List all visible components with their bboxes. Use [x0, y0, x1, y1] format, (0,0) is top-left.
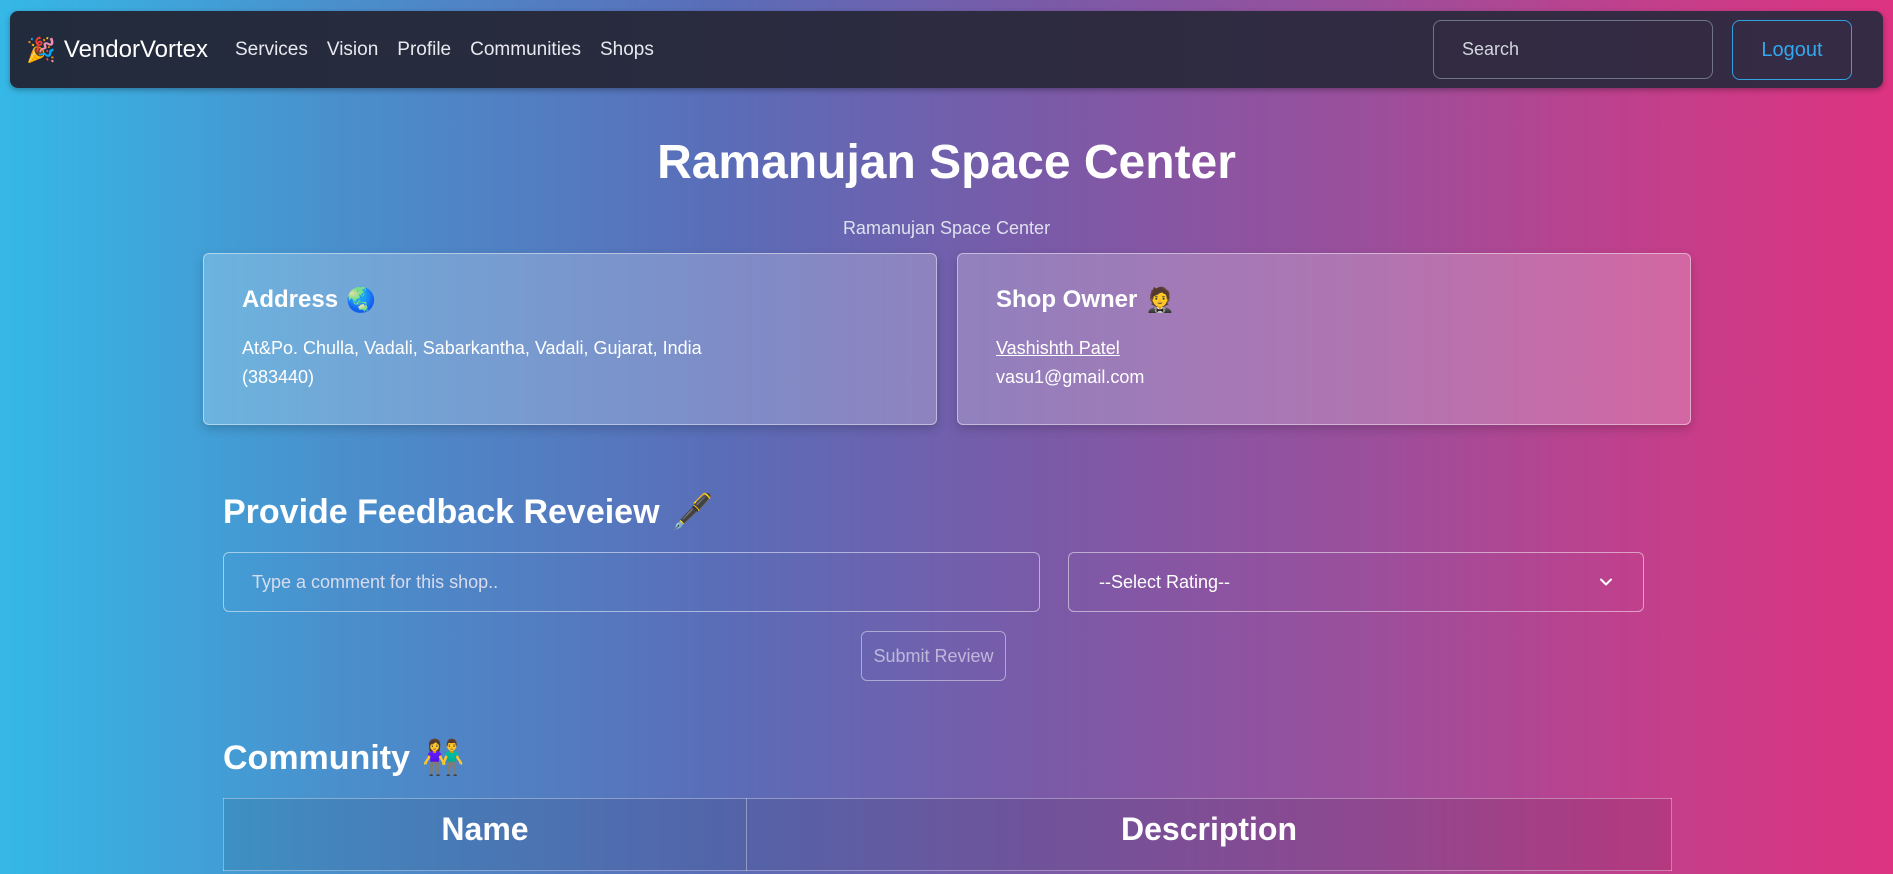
nav-link-services[interactable]: Services — [235, 39, 308, 61]
column-header-name: Name — [223, 798, 747, 871]
couple-icon: 👫 — [422, 738, 465, 778]
nav-link-shops[interactable]: Shops — [600, 39, 654, 61]
owner-email: vasu1@gmail.com — [996, 367, 1145, 387]
page-title: Ramanujan Space Center — [657, 136, 1236, 189]
feedback-section-title: Provide Feedback Reveiew 🖋️ — [223, 492, 714, 532]
shop-owner-card: Shop Owner 🤵 Vashishth Patel vasu1@gmail… — [957, 253, 1691, 425]
page-subtitle: Ramanujan Space Center — [842, 218, 1051, 238]
address-card-title: Address 🌏 — [242, 286, 898, 314]
nav-link-vision[interactable]: Vision — [327, 39, 378, 61]
nav-link-communities[interactable]: Communities — [470, 39, 581, 61]
brand-name: VendorVortex — [63, 35, 208, 63]
feedback-title-text: Provide Feedback Reveiew — [223, 492, 660, 531]
community-table: Name Description — [223, 798, 1672, 871]
shop-owner-card-title: Shop Owner 🤵 — [996, 286, 1652, 314]
column-header-description: Description — [746, 798, 1672, 871]
community-section-title: Community 👫 — [223, 738, 464, 778]
community-title-text: Community — [223, 738, 410, 777]
table-header-row: Name Description — [223, 798, 1672, 871]
rating-selected-value: --Select Rating-- — [1099, 571, 1231, 592]
comment-input[interactable] — [223, 552, 1040, 612]
address-title-text: Address — [242, 286, 339, 313]
navbar: 🎉 VendorVortex Services Vision Profile C… — [10, 11, 1883, 88]
logout-button[interactable]: Logout — [1732, 20, 1852, 80]
rating-select[interactable]: --Select Rating-- — [1068, 552, 1644, 612]
nav-links: Services Vision Profile Communities Shop… — [235, 11, 654, 88]
globe-icon: 🌏 — [346, 286, 376, 314]
address-card: Address 🌏 At&Po. Chulla, Vadali, Sabarka… — [203, 253, 937, 425]
owner-name-link[interactable]: Vashishth Patel — [996, 334, 1652, 363]
fountain-pen-icon: 🖋️ — [671, 492, 714, 532]
person-in-tuxedo-icon: 🤵 — [1145, 286, 1176, 314]
address-text: At&Po. Chulla, Vadali, Sabarkantha, Vada… — [242, 338, 702, 387]
search-input[interactable] — [1433, 20, 1713, 79]
chevron-down-icon — [1600, 578, 1612, 586]
party-popper-icon: 🎉 — [26, 35, 56, 64]
nav-link-profile[interactable]: Profile — [397, 39, 451, 61]
brand-logo[interactable]: 🎉 VendorVortex — [26, 11, 208, 88]
submit-review-button[interactable]: Submit Review — [861, 631, 1006, 681]
shop-owner-title-text: Shop Owner — [996, 286, 1138, 313]
